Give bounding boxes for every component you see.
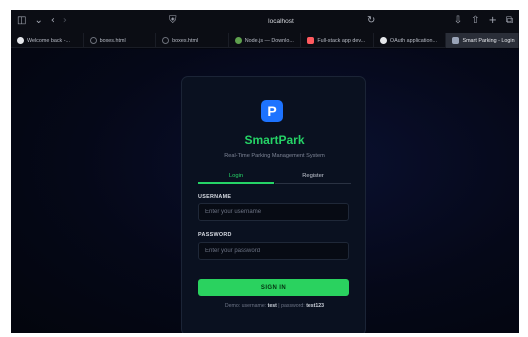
browser-window: ◫ ⌄ ‹ › ⛨ localhost ↻ ⇩ ⇧ + ⧉ Welcome ba…	[11, 10, 519, 333]
tab-label: boxes.html	[99, 37, 126, 44]
auth-tabs: Login Register	[198, 170, 351, 184]
globe-icon	[89, 37, 97, 44]
demo-prefix: Demo: username:	[224, 303, 267, 309]
password-label: PASSWORD	[198, 232, 232, 238]
sign-in-button[interactable]: SIGN IN	[198, 279, 349, 296]
tab-label: OAuth application...	[389, 37, 437, 44]
tab-label: Full-stack app dev...	[317, 37, 366, 44]
browser-tab[interactable]: boxes.html	[156, 33, 229, 48]
brand-subtitle: Real-Time Parking Management System	[224, 153, 325, 159]
tab-login[interactable]: Login	[198, 170, 274, 184]
demo-password: test123	[306, 303, 325, 309]
demo-username: test	[267, 303, 277, 309]
address-bar[interactable]: localhost	[191, 15, 371, 28]
demo-credentials: Demo: username: test | password: test123	[182, 303, 367, 309]
tab-register[interactable]: Register	[275, 170, 351, 184]
username-label: USERNAME	[198, 194, 232, 200]
download-icon[interactable]: ⇩	[454, 15, 462, 27]
tab-favicon-icon	[17, 37, 24, 44]
tab-label: Welcome back -...	[27, 37, 71, 44]
tab-label: Node.js — Downlo...	[244, 37, 294, 44]
back-icon[interactable]: ‹	[51, 15, 55, 27]
login-card: P SmartPark Real-Time Parking Management…	[181, 76, 366, 333]
tab-label: boxes.html	[172, 37, 199, 44]
browser-tab[interactable]: Welcome back -...	[11, 33, 84, 48]
browser-tab-active[interactable]: Smart Parking - Login	[446, 33, 519, 48]
browser-tab[interactable]: Full-stack app dev...	[301, 33, 374, 48]
github-icon	[379, 37, 387, 44]
reload-icon[interactable]: ↻	[367, 15, 375, 27]
browser-tab[interactable]: boxes.html	[84, 33, 157, 48]
toolbar-left: ◫ ⌄ ‹ ›	[17, 15, 67, 27]
password-input[interactable]	[198, 242, 349, 260]
sidebar-icon[interactable]: ◫	[17, 15, 26, 27]
username-input[interactable]	[198, 203, 349, 221]
share-icon[interactable]: ⇧	[471, 15, 479, 27]
tab-label: Smart Parking - Login	[462, 37, 515, 44]
parking-logo-icon: P	[261, 100, 283, 122]
toolbar-right: ⇩ ⇧ + ⧉	[454, 15, 513, 27]
browser-tab[interactable]: Node.js — Downlo...	[229, 33, 302, 48]
chevron-down-icon[interactable]: ⌄	[34, 15, 42, 27]
demo-separator: | password:	[278, 303, 305, 309]
browser-toolbar: ◫ ⌄ ‹ › ⛨ localhost ↻ ⇩ ⇧ + ⧉	[11, 10, 519, 33]
shield-icon[interactable]: ⛨	[169, 15, 177, 27]
app-favicon-icon	[307, 37, 315, 44]
forward-icon[interactable]: ›	[63, 15, 67, 27]
brand-title: SmartPark	[244, 133, 305, 147]
tab-overview-icon[interactable]: ⧉	[506, 15, 513, 27]
globe-icon	[162, 37, 170, 44]
browser-tab[interactable]: OAuth application...	[374, 33, 447, 48]
page-background: P SmartPark Real-Time Parking Management…	[11, 49, 519, 333]
page-favicon-icon	[452, 37, 460, 44]
new-tab-icon[interactable]: +	[488, 15, 496, 27]
nodejs-icon	[234, 37, 242, 44]
tab-bar: Welcome back -... boxes.html boxes.html …	[11, 33, 519, 48]
